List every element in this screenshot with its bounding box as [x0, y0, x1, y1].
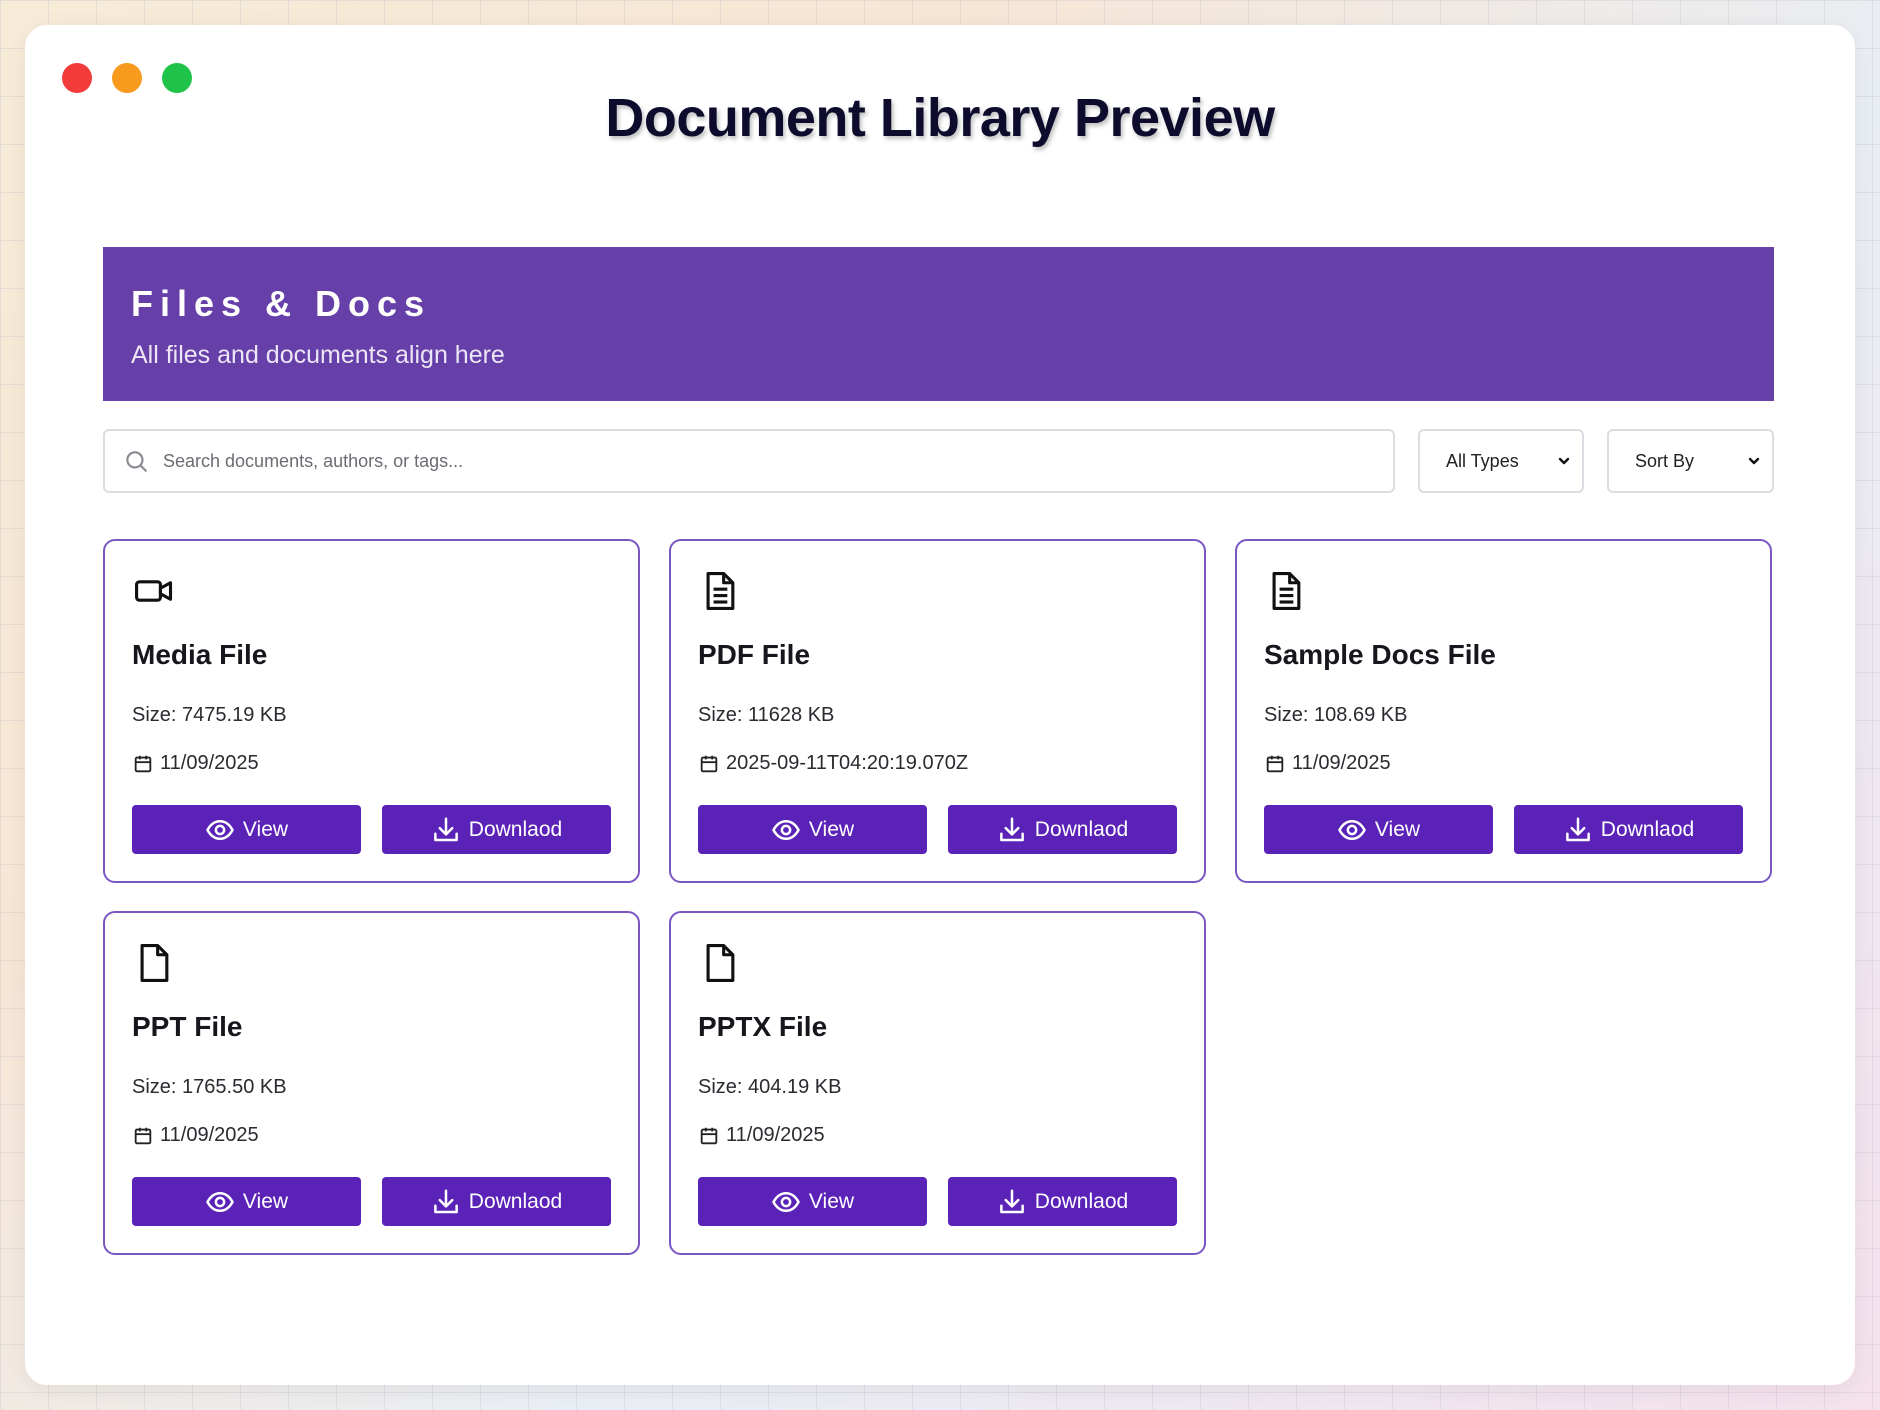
file-date: 11/09/2025 [698, 1124, 825, 1147]
download-button-label: Downlaod [1034, 1189, 1129, 1213]
banner-title: Files & Docs [131, 283, 432, 324]
eye-icon [771, 819, 800, 840]
calendar-icon [134, 1127, 152, 1144]
download-button-label: Downlaod [1034, 817, 1129, 841]
download-button-label: Downlaod [1600, 817, 1695, 841]
download-button[interactable]: Downlaod [1514, 805, 1743, 854]
document-text-icon [706, 572, 735, 610]
download-button[interactable]: Downlaod [948, 805, 1177, 854]
file-size: Size: 108.69 KB [1264, 704, 1408, 726]
file-icon [140, 944, 169, 982]
document-text-icon [1272, 572, 1301, 610]
view-button[interactable]: View [1264, 805, 1493, 854]
file-size: Size: 11628 KB [698, 704, 835, 726]
download-icon [999, 1189, 1024, 1213]
view-button-label: View [808, 817, 855, 841]
search-icon [126, 451, 147, 472]
download-icon [1565, 817, 1590, 841]
chevron-down-icon [1558, 457, 1570, 465]
file-date-text: 2025-09-11T04:20:19.070Z [726, 752, 969, 774]
banner-subtitle: All files and documents align here [131, 341, 505, 369]
download-button[interactable]: Downlaod [948, 1177, 1177, 1226]
app-window: Document Library Preview Files & Docs Al… [25, 25, 1855, 1385]
file-card: Sample Docs File Size: 108.69 KB 11/09/2… [1235, 539, 1772, 883]
header-banner: Files & Docs All files and documents ali… [103, 247, 1774, 401]
file-date-text: 11/09/2025 [160, 1124, 259, 1146]
download-icon [433, 1189, 458, 1213]
file-icon [706, 944, 735, 982]
file-size: Size: 404.19 KB [698, 1076, 842, 1098]
search-box[interactable] [103, 429, 1395, 493]
view-button-label: View [808, 1189, 855, 1213]
file-card: Media File Size: 7475.19 KB 11/09/2025 V… [103, 539, 640, 883]
search-input[interactable] [163, 450, 1393, 472]
view-button[interactable]: View [698, 1177, 927, 1226]
calendar-icon [134, 755, 152, 772]
eye-icon [1337, 819, 1366, 840]
download-icon [433, 817, 458, 841]
file-date: 11/09/2025 [132, 752, 259, 775]
eye-icon [205, 819, 234, 840]
download-button-label: Downlaod [468, 817, 563, 841]
file-name: Media File [132, 639, 268, 670]
view-button-label: View [242, 1189, 289, 1213]
view-button[interactable]: View [132, 1177, 361, 1226]
file-name: Sample Docs File [1264, 639, 1496, 670]
calendar-icon [700, 755, 718, 772]
file-name: PPT File [132, 1011, 243, 1042]
file-name: PDF File [698, 639, 811, 670]
file-date: 2025-09-11T04:20:19.070Z [698, 752, 968, 775]
view-button[interactable]: View [698, 805, 927, 854]
video-icon [135, 580, 173, 602]
view-button-label: View [242, 817, 289, 841]
download-button-label: Downlaod [468, 1189, 563, 1213]
file-size: Size: 1765.50 KB [132, 1076, 287, 1098]
sort-select[interactable]: Sort By [1607, 429, 1774, 493]
file-date-text: 11/09/2025 [726, 1124, 825, 1146]
file-date-text: 11/09/2025 [160, 752, 259, 774]
download-icon [999, 817, 1024, 841]
filter-toolbar: All Types Sort By [103, 429, 1774, 493]
eye-icon [771, 1191, 800, 1212]
window-title: Document Library Preview [605, 88, 1275, 148]
sort-value: Sort By [1635, 450, 1695, 471]
type-filter-select[interactable]: All Types [1418, 429, 1584, 493]
file-date-text: 11/09/2025 [1292, 752, 1391, 774]
view-button[interactable]: View [132, 805, 361, 854]
eye-icon [205, 1191, 234, 1212]
view-button-label: View [1374, 817, 1421, 841]
file-date: 11/09/2025 [1264, 752, 1391, 775]
file-size: Size: 7475.19 KB [132, 704, 287, 726]
download-button[interactable]: Downlaod [382, 805, 611, 854]
file-card: PPTX File Size: 404.19 KB 11/09/2025 Vie… [669, 911, 1206, 1255]
file-card: PPT File Size: 1765.50 KB 11/09/2025 Vie… [103, 911, 640, 1255]
download-button[interactable]: Downlaod [382, 1177, 611, 1226]
calendar-icon [700, 1127, 718, 1144]
file-card: PDF File Size: 11628 KB 2025-09-11T04:20… [669, 539, 1206, 883]
file-date: 11/09/2025 [132, 1124, 259, 1147]
file-name: PPTX File [698, 1011, 828, 1042]
calendar-icon [1266, 755, 1284, 772]
type-filter-value: All Types [1446, 450, 1519, 471]
chevron-down-icon [1748, 457, 1760, 465]
